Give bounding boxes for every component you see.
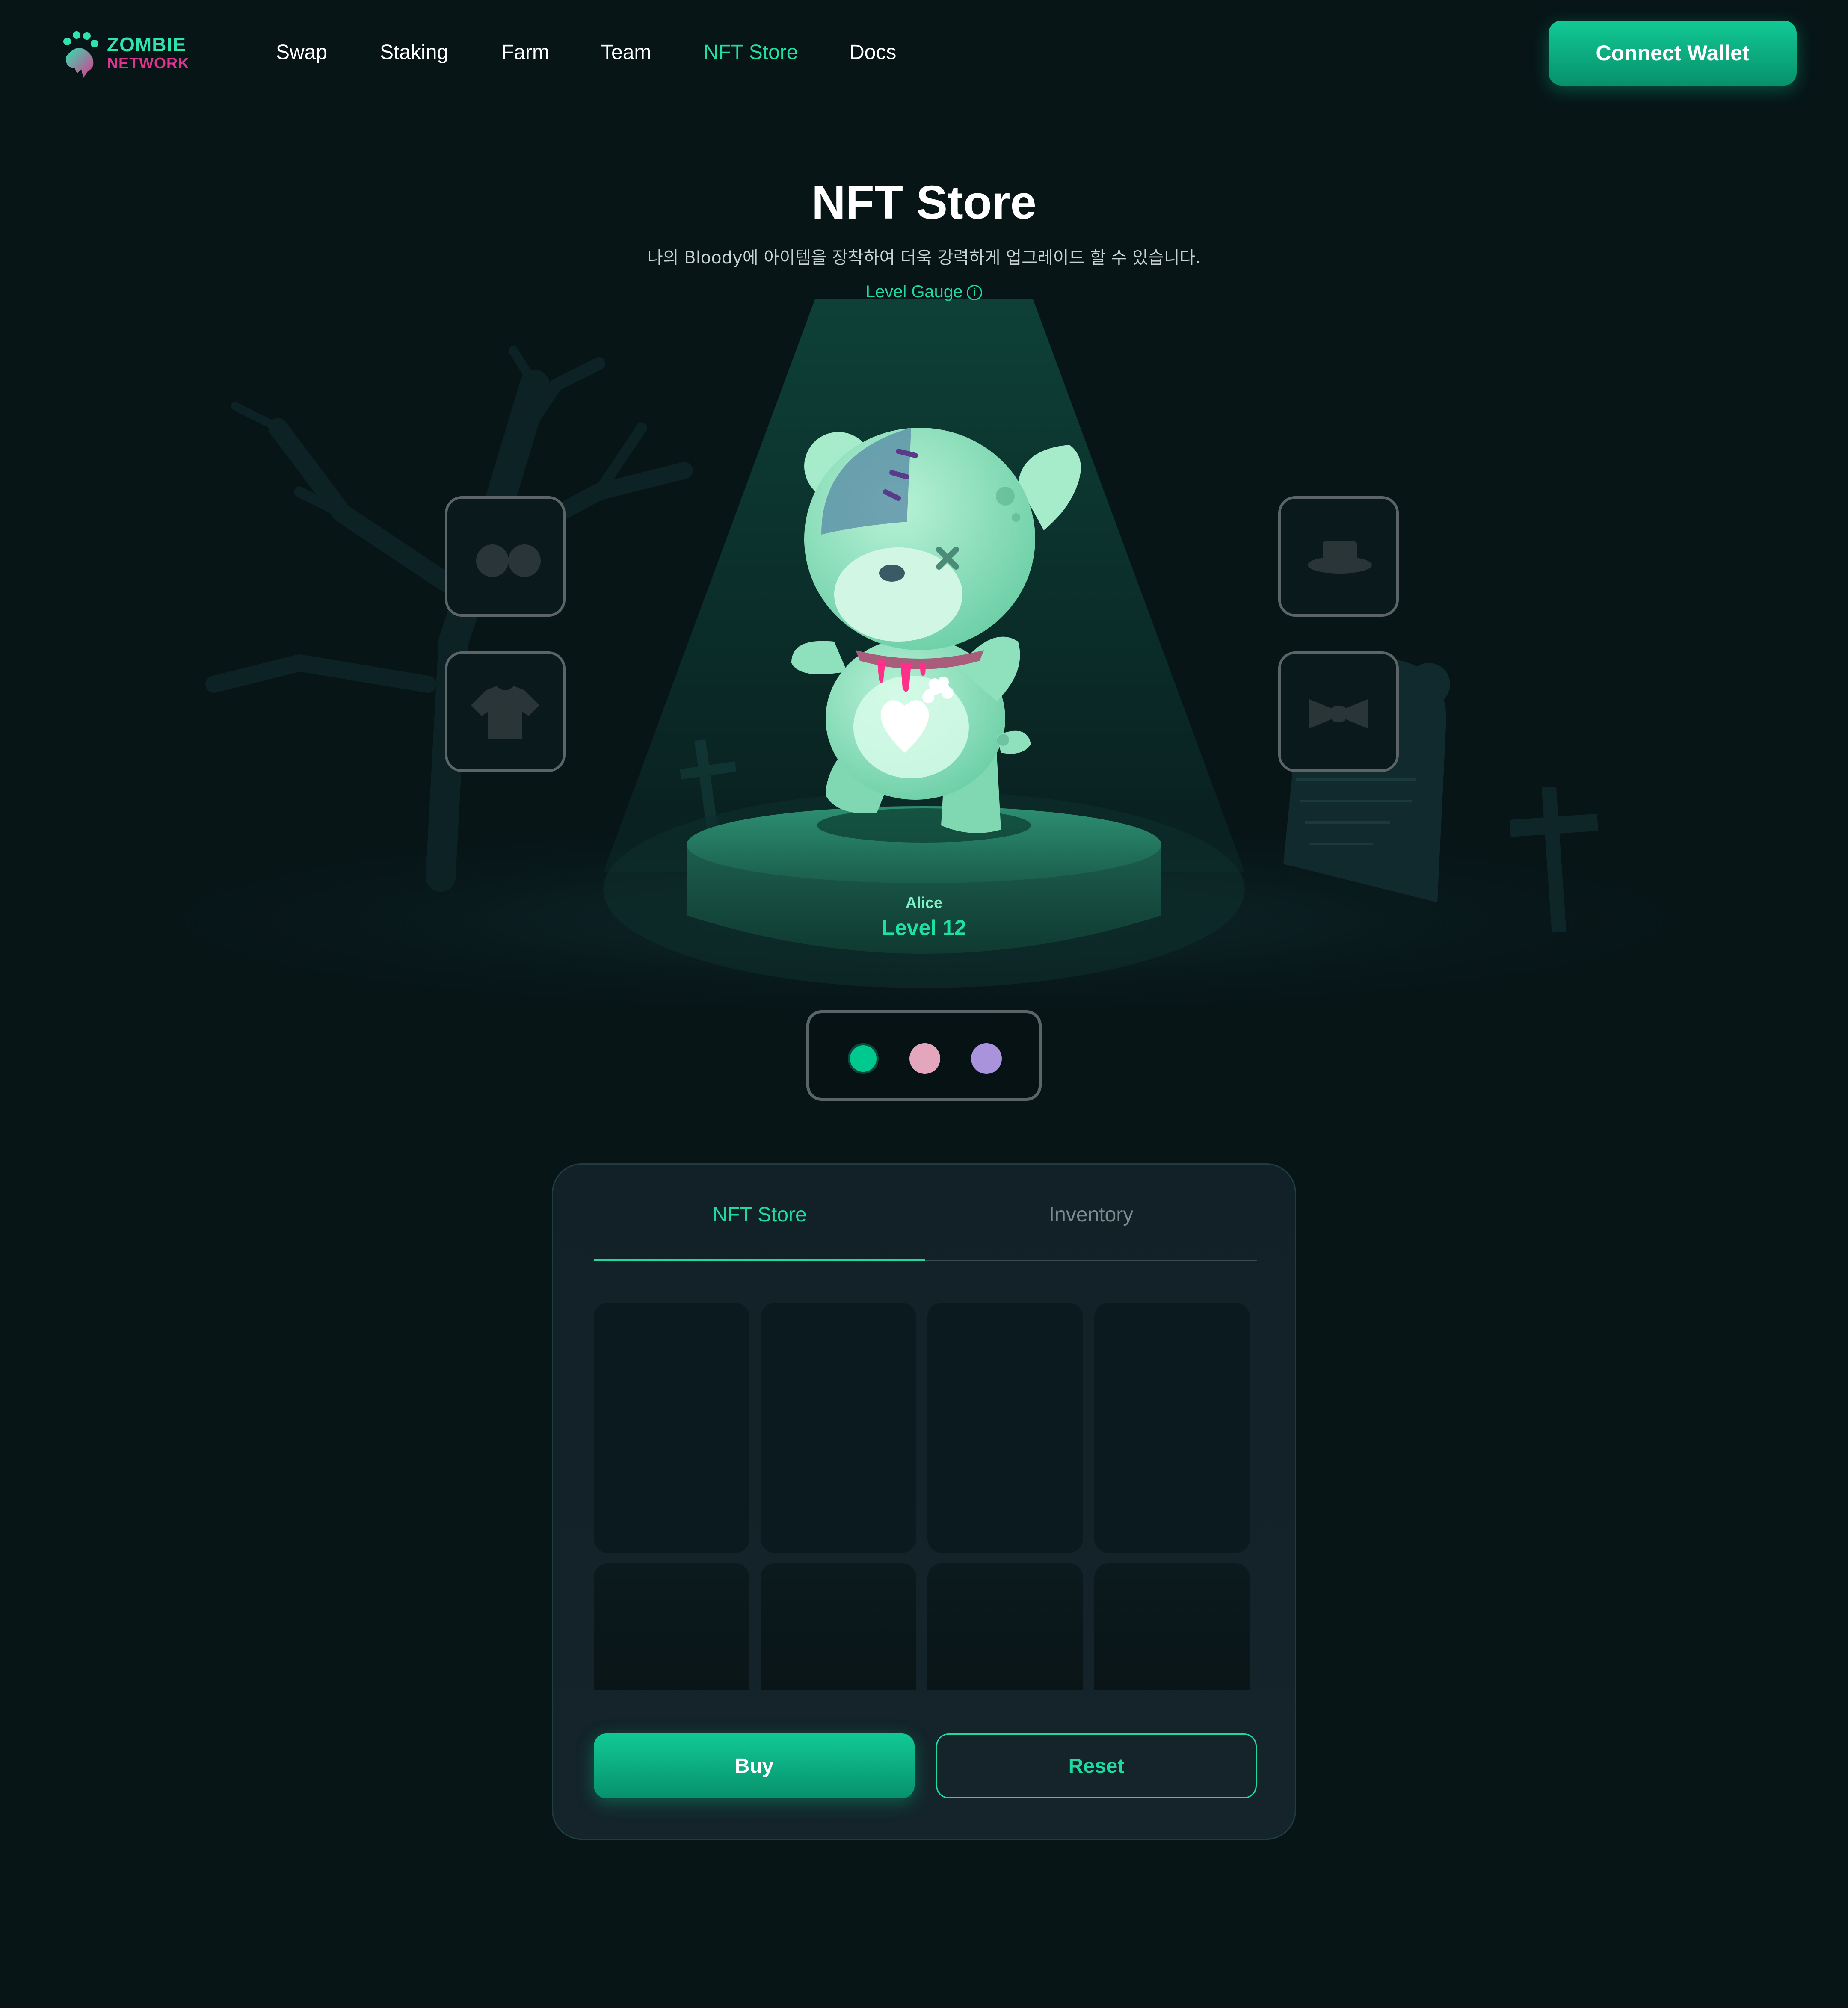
tab-nft-store[interactable]: NFT Store xyxy=(594,1203,925,1227)
top-navigation: ZOMBIE NETWORK Swap Staking Farm Team NF… xyxy=(0,0,1848,107)
color-option-green[interactable] xyxy=(848,1043,879,1074)
brand-name-line1: ZOMBIE xyxy=(107,33,186,56)
store-item-card[interactable] xyxy=(761,1303,916,1553)
store-item-card[interactable] xyxy=(1094,1563,1250,1690)
shirt-icon xyxy=(471,686,539,739)
store-item-card[interactable] xyxy=(1094,1303,1250,1553)
brand-name-line2: NETWORK xyxy=(107,54,190,72)
nav-link-swap[interactable]: Swap xyxy=(276,41,327,64)
store-item-card[interactable] xyxy=(927,1303,1083,1553)
glasses-icon xyxy=(476,544,541,577)
store-item-card[interactable] xyxy=(594,1563,749,1690)
buy-button[interactable]: Buy xyxy=(594,1733,915,1798)
character-level: Level 12 xyxy=(882,916,966,940)
hat-icon xyxy=(1308,541,1372,574)
page-title: NFT Store xyxy=(811,176,1037,229)
paw-logo-icon xyxy=(63,31,98,78)
page-subtitle: 나의 Bloody에 아이템을 장착하여 더욱 강력하게 업그레이드 할 수 있… xyxy=(647,248,1201,268)
store-item-card[interactable] xyxy=(594,1303,749,1553)
equip-slot-bowtie[interactable] xyxy=(1278,651,1399,772)
equip-slot-shirt[interactable] xyxy=(445,651,566,772)
store-item-card[interactable] xyxy=(761,1563,916,1690)
color-option-pink[interactable] xyxy=(909,1043,940,1074)
info-icon: i xyxy=(967,285,983,301)
tab-inventory[interactable]: Inventory xyxy=(925,1203,1257,1227)
level-gauge-label: Level Gauge xyxy=(865,282,963,301)
nav-link-staking[interactable]: Staking xyxy=(380,41,448,64)
nav-link-nft-store[interactable]: NFT Store xyxy=(704,41,798,64)
nav-link-docs[interactable]: Docs xyxy=(850,41,896,64)
reset-button[interactable]: Reset xyxy=(936,1733,1257,1798)
equip-slot-glasses[interactable] xyxy=(445,496,566,617)
store-item-card[interactable] xyxy=(927,1563,1083,1690)
bowtie-icon xyxy=(1309,699,1368,729)
character-name: Alice xyxy=(905,894,943,911)
tab-active-indicator xyxy=(594,1259,925,1261)
level-gauge-link[interactable]: Level Gauge i xyxy=(0,282,1848,302)
nav-link-team[interactable]: Team xyxy=(601,41,651,64)
color-picker xyxy=(806,1010,1042,1101)
equip-slot-hat[interactable] xyxy=(1278,496,1399,617)
nav-link-farm[interactable]: Farm xyxy=(501,41,549,64)
color-option-purple[interactable] xyxy=(971,1043,1002,1074)
brand-logo[interactable]: ZOMBIE NETWORK xyxy=(58,31,195,78)
store-panel: NFT Store Inventory Buy Reset xyxy=(552,1163,1296,1840)
connect-wallet-button[interactable]: Connect Wallet xyxy=(1549,21,1797,86)
